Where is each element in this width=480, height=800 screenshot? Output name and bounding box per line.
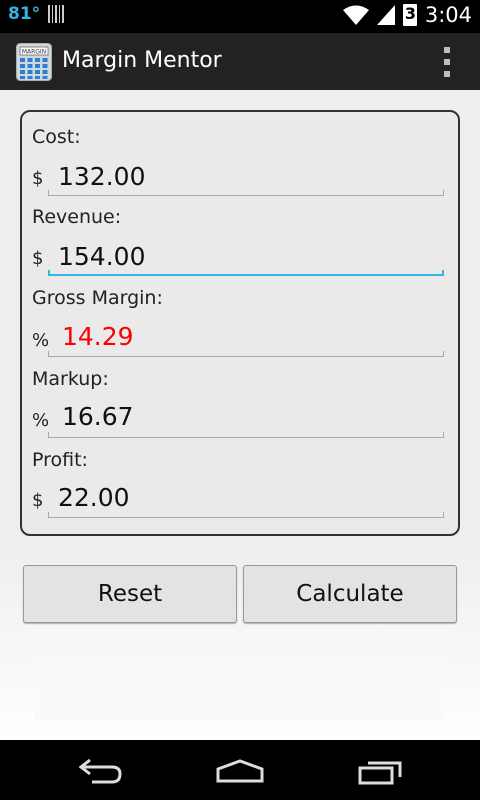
markup-input-underline bbox=[48, 432, 444, 438]
recent-apps-icon[interactable] bbox=[358, 759, 404, 785]
status-right: 3 3:04 bbox=[342, 3, 472, 27]
profit-label: Profit: bbox=[32, 449, 88, 471]
markup-input[interactable]: 16.67 bbox=[62, 402, 134, 431]
navigation-bar bbox=[0, 740, 480, 800]
temperature-text: 81° bbox=[8, 4, 41, 24]
status-left: 81° bbox=[8, 4, 65, 24]
gross-margin-prefix: % bbox=[32, 330, 50, 351]
profit-input-underline bbox=[48, 512, 444, 518]
margin-form-card: Cost: $ 132.00 Revenue: $ 154.00 Gross M… bbox=[20, 110, 460, 536]
overflow-menu-icon[interactable] bbox=[444, 47, 450, 77]
markup-prefix: % bbox=[32, 410, 50, 431]
calculate-button[interactable]: Calculate bbox=[243, 565, 457, 623]
markup-label: Markup: bbox=[32, 368, 109, 390]
revenue-prefix: $ bbox=[32, 248, 44, 269]
signal-icon bbox=[376, 5, 395, 25]
barcode-notification-icon bbox=[48, 5, 65, 23]
cost-label: Cost: bbox=[32, 126, 81, 148]
calculator-app-icon: MARGIN bbox=[16, 43, 52, 81]
battery-level-text: 3 bbox=[404, 4, 416, 23]
app-icon-label: MARGIN bbox=[22, 49, 46, 56]
gross-margin-input-underline bbox=[48, 351, 444, 357]
cost-input[interactable]: 132.00 bbox=[58, 162, 145, 191]
revenue-input[interactable]: 154.00 bbox=[58, 242, 145, 271]
profit-input[interactable]: 22.00 bbox=[58, 483, 130, 512]
revenue-input-underline bbox=[48, 270, 444, 276]
profit-prefix: $ bbox=[32, 490, 44, 511]
app-title: Margin Mentor bbox=[62, 48, 222, 73]
revenue-label: Revenue: bbox=[32, 206, 122, 228]
gross-margin-label: Gross Margin: bbox=[32, 287, 163, 309]
back-icon[interactable] bbox=[78, 758, 122, 784]
clock: 3:04 bbox=[424, 3, 472, 27]
home-icon[interactable] bbox=[216, 759, 264, 783]
gross-margin-input[interactable]: 14.29 bbox=[62, 322, 134, 351]
reset-button[interactable]: Reset bbox=[23, 565, 237, 623]
empty-area bbox=[34, 655, 446, 721]
battery-icon: 3 bbox=[402, 4, 417, 26]
status-bar: 81° 3 3:04 bbox=[0, 0, 480, 33]
action-bar: MARGIN Margin Mentor bbox=[0, 33, 480, 90]
cost-input-underline bbox=[48, 190, 444, 196]
wifi-icon bbox=[342, 5, 369, 25]
cost-prefix: $ bbox=[32, 168, 44, 189]
main-content: Cost: $ 132.00 Revenue: $ 154.00 Gross M… bbox=[0, 90, 480, 740]
